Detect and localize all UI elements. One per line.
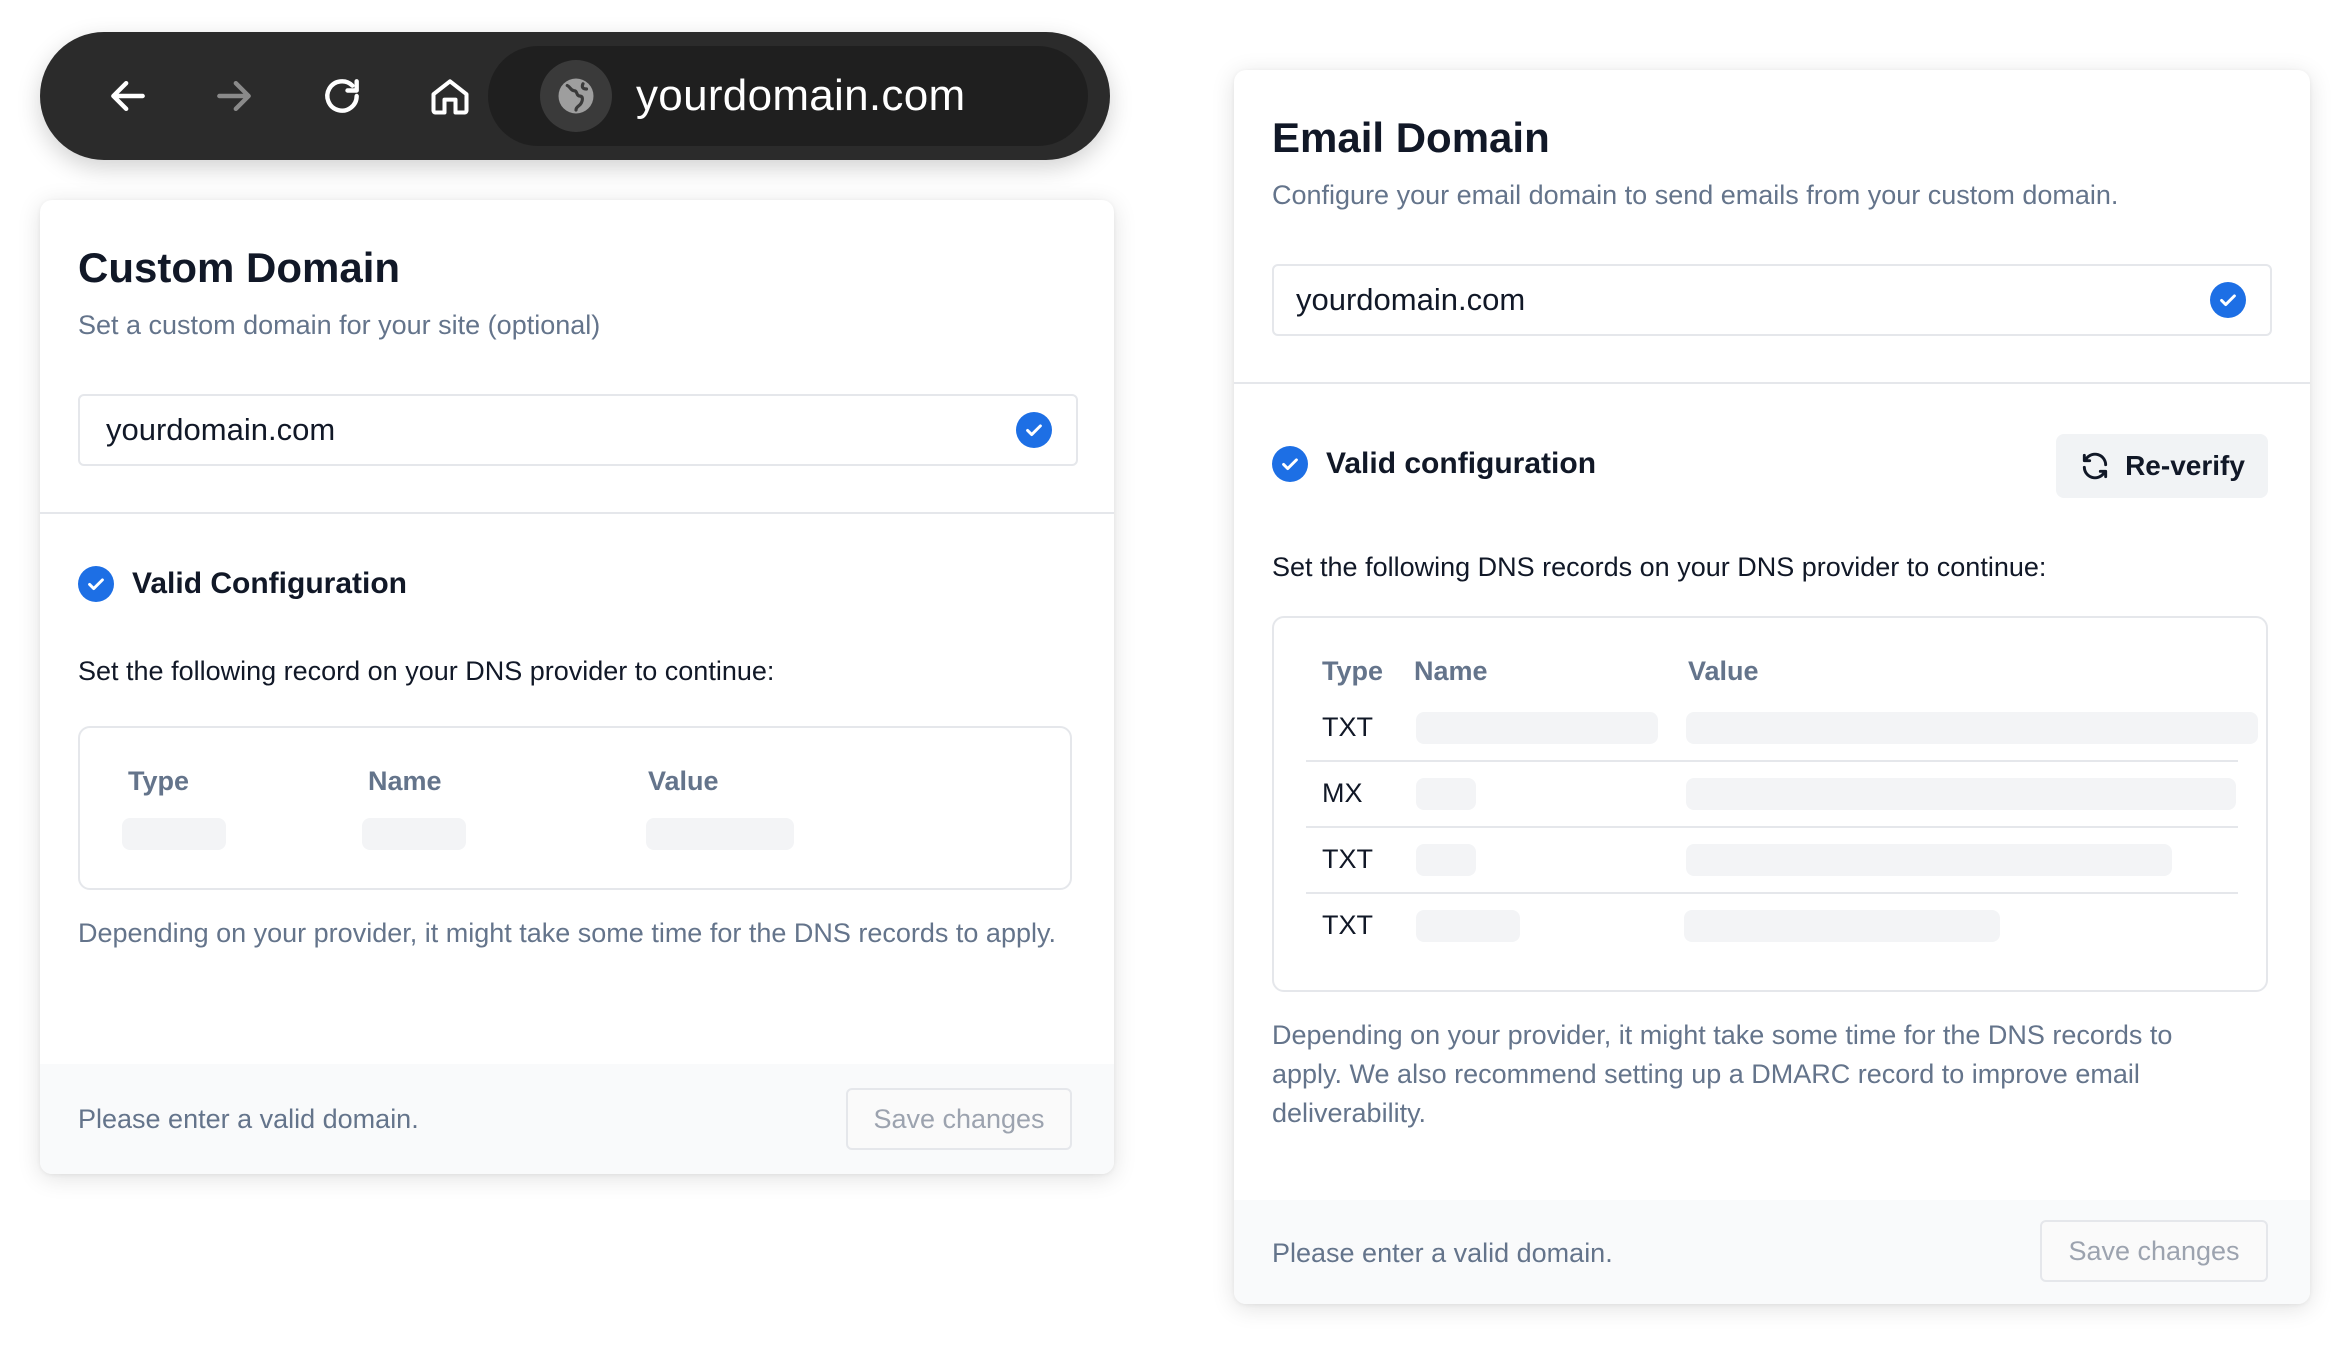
check-icon — [78, 566, 114, 602]
card-title: Custom Domain — [78, 244, 401, 291]
home-button[interactable] — [422, 68, 478, 124]
record-type: MX — [1322, 778, 1363, 808]
record-type: TXT — [1322, 844, 1373, 874]
skeleton-value — [1684, 910, 2000, 942]
browser-toolbar: yourdomain.com — [40, 32, 1110, 160]
reload-button[interactable] — [314, 68, 370, 124]
dns-records-table: Type Name Value — [78, 726, 1072, 890]
skeleton-name — [362, 818, 466, 850]
forward-button[interactable] — [206, 68, 262, 124]
card-footer: Please enter a valid domain. Save change… — [1234, 1200, 2310, 1304]
skeleton-name — [1416, 712, 1658, 744]
dns-note: Depending on your provider, it might tak… — [1272, 1020, 2173, 1128]
domain-input-value: yourdomain.com — [1296, 282, 1526, 317]
check-icon — [2210, 282, 2246, 318]
dns-records-table: Type Name Value TXT MX TXT TXT — [1272, 616, 2268, 992]
record-type: TXT — [1322, 910, 1373, 940]
domain-input[interactable]: yourdomain.com — [1272, 264, 2272, 336]
arrow-right-icon — [217, 80, 251, 112]
column-name: Name — [368, 766, 442, 796]
divider — [40, 512, 1114, 514]
column-type: Type — [128, 766, 190, 796]
column-type: Type — [1322, 656, 1384, 686]
back-button[interactable] — [100, 68, 156, 124]
status-row: Valid configuration — [1272, 446, 1596, 482]
reload-icon — [325, 79, 359, 113]
email-domain-card: Email Domain Configure your email domain… — [1234, 70, 2310, 1304]
refresh-icon — [2082, 452, 2108, 480]
skeleton-value — [646, 818, 794, 850]
check-icon — [1272, 446, 1308, 482]
reverify-button[interactable]: Re-verify — [2056, 434, 2268, 498]
card-subtitle: Set a custom domain for your site (optio… — [78, 310, 601, 340]
footer-message: Please enter a valid domain. — [1272, 1238, 1613, 1268]
card-footer: Please enter a valid domain. Save change… — [40, 1064, 1114, 1174]
footer-message: Please enter a valid domain. — [78, 1104, 419, 1134]
save-button[interactable]: Save changes — [2040, 1220, 2268, 1282]
domain-input-value: yourdomain.com — [106, 412, 336, 447]
row-divider — [1306, 760, 2238, 762]
record-type: TXT — [1322, 712, 1373, 742]
dns-note: Depending on your provider, it might tak… — [78, 918, 1056, 948]
site-info-button[interactable] — [540, 60, 612, 132]
column-value: Value — [1688, 656, 1759, 686]
skeleton-name — [1416, 844, 1476, 876]
skeleton-value — [1686, 778, 2236, 810]
check-icon — [1016, 412, 1052, 448]
instruction-text: Set the following DNS records on your DN… — [1272, 552, 2047, 582]
instruction-text: Set the following record on your DNS pro… — [78, 656, 775, 686]
card-title: Email Domain — [1272, 114, 1550, 161]
custom-domain-card: Custom Domain Set a custom domain for yo… — [40, 200, 1114, 1174]
column-value: Value — [648, 766, 719, 796]
url-text: yourdomain.com — [636, 71, 966, 120]
row-divider — [1306, 826, 2238, 828]
globe-icon — [558, 78, 594, 114]
arrow-left-icon — [111, 80, 145, 112]
row-divider — [1306, 892, 2238, 894]
skeleton-value — [1686, 712, 2258, 744]
status-label: Valid Configuration — [132, 567, 407, 600]
skeleton-name — [1416, 778, 1476, 810]
domain-input[interactable]: yourdomain.com — [78, 394, 1078, 466]
column-name: Name — [1414, 656, 1488, 686]
home-icon — [431, 79, 469, 115]
skeleton-name — [1416, 910, 1520, 942]
skeleton-value — [1686, 844, 2172, 876]
skeleton-type — [122, 818, 226, 850]
status-row: Valid Configuration — [78, 566, 407, 602]
reverify-label: Re-verify — [2125, 450, 2245, 481]
save-button[interactable]: Save changes — [846, 1088, 1072, 1150]
card-subtitle: Configure your email domain to send emai… — [1272, 180, 2119, 210]
status-label: Valid configuration — [1326, 447, 1597, 480]
address-bar[interactable]: yourdomain.com — [488, 46, 1088, 146]
divider — [1234, 382, 2310, 384]
